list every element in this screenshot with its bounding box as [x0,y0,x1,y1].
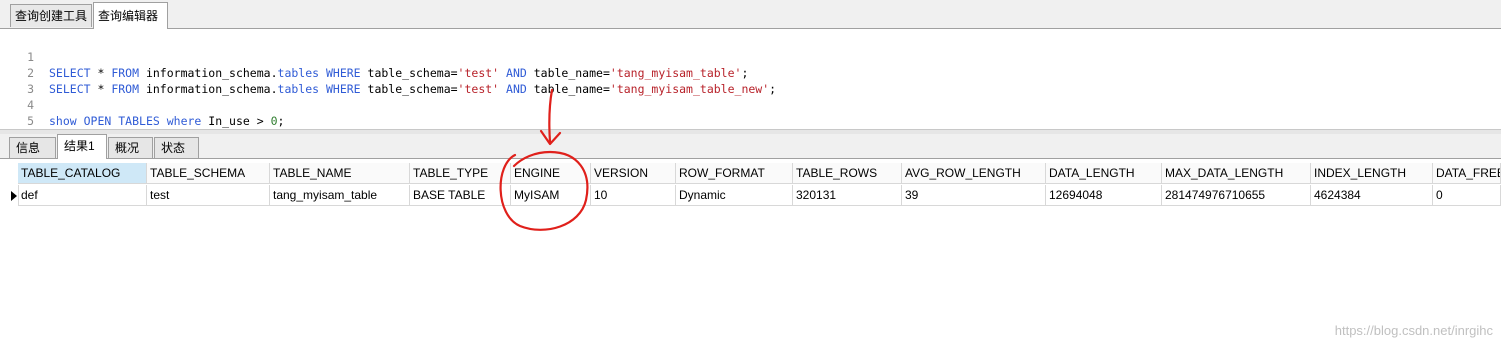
code-text: table_schema= [367,66,458,80]
code-text: ; [769,82,777,96]
column-header[interactable]: TABLE_NAME [270,163,410,184]
code-text: table_schema= [367,82,458,96]
column-header[interactable]: TABLE_CATALOG [18,163,147,184]
column-header[interactable]: DATA_FREE [1433,163,1501,184]
table-cell[interactable]: tang_myisam_table [270,185,410,206]
current-row-arrow-icon [11,191,17,201]
column-header[interactable]: ROW_FORMAT [676,163,793,184]
column-header[interactable]: MAX_DATA_LENGTH [1162,163,1311,184]
keyword: AND [499,66,534,80]
tab-status[interactable]: 状态 [154,137,199,158]
sql-editor[interactable]: 1 SELECT * FROM information_schema.table… [0,29,1501,129]
string-literal: 'tang_myisam_table_new' [609,82,770,96]
keyword: SELECT [49,66,91,80]
code-text: information_schema. [139,66,278,80]
keyword: AND [499,82,534,96]
code-text: ; [277,114,285,128]
code-text: table_name= [533,82,610,96]
column-header[interactable]: TABLE_SCHEMA [147,163,270,184]
tab-query-builder[interactable]: 查询创建工具 [10,4,92,27]
keyword: SELECT [49,82,91,96]
column-header[interactable]: INDEX_LENGTH [1311,163,1433,184]
column-header[interactable]: AVG_ROW_LENGTH [902,163,1046,184]
result-tab-strip: 信息 结果1 概况 状态 [0,134,1501,159]
table-cell[interactable]: 10 [591,185,676,206]
editor-tab-strip: 查询创建工具 查询编辑器 [0,0,1501,29]
keyword: FROM [111,66,140,80]
column-header[interactable]: VERSION [591,163,676,184]
keyword: tables [277,82,320,96]
column-header[interactable]: TABLE_TYPE [410,163,511,184]
table-cell[interactable]: 39 [902,185,1046,206]
code-line: 2 SELECT * FROM information_schema.table… [0,49,776,96]
string-literal: 'test' [457,82,500,96]
table-cell[interactable]: 12694048 [1046,185,1162,206]
string-literal: 'test' [457,66,500,80]
tab-info[interactable]: 信息 [9,137,56,158]
tab-profile[interactable]: 概况 [108,137,153,158]
number-literal: 0 [270,114,278,128]
tab-result1[interactable]: 结果1 [57,134,107,159]
watermark: https://blog.csdn.net/inrgihc [1334,323,1493,338]
code-text: In_use > [201,114,271,128]
keyword: show [49,114,77,128]
table-cell[interactable]: 0 [1433,185,1501,206]
keyword: OPEN TABLES [76,114,167,128]
code-text: information_schema. [139,82,278,96]
column-header[interactable]: DATA_LENGTH [1046,163,1162,184]
keyword: tables [277,66,320,80]
code-line: 1 SELECT * FROM information_schema.table… [0,33,748,80]
column-header[interactable]: ENGINE [511,163,591,184]
table-cell[interactable]: BASE TABLE [410,185,511,206]
result-grid[interactable]: TABLE_CATALOG TABLE_SCHEMA TABLE_NAME TA… [8,163,1501,207]
tab-query-editor[interactable]: 查询编辑器 [93,2,168,29]
keyword: WHERE [319,82,368,96]
line-number: 5 [27,114,34,128]
code-text: ; [741,66,749,80]
table-cell[interactable]: Dynamic [676,185,793,206]
table-cell[interactable]: 4624384 [1311,185,1433,206]
code-line: 5 [0,97,34,128]
column-header[interactable]: TABLE_ROWS [793,163,902,184]
code-line: 3 [0,65,34,96]
code-text: table_name= [533,66,610,80]
string-literal: 'tang_myisam_table' [609,66,742,80]
table-cell[interactable]: 320131 [793,185,902,206]
keyword: WHERE [319,66,368,80]
keyword: where [166,114,202,128]
table-cell[interactable]: def [18,185,147,206]
code-text: * [90,82,112,96]
keyword: FROM [111,82,140,96]
table-cell[interactable]: test [147,185,270,206]
code-line: 4 show OPEN TABLES where In_use > 0; [0,81,284,128]
table-cell[interactable]: 281474976710655 [1162,185,1311,206]
code-text: * [90,66,112,80]
table-cell[interactable]: MyISAM [511,185,591,206]
